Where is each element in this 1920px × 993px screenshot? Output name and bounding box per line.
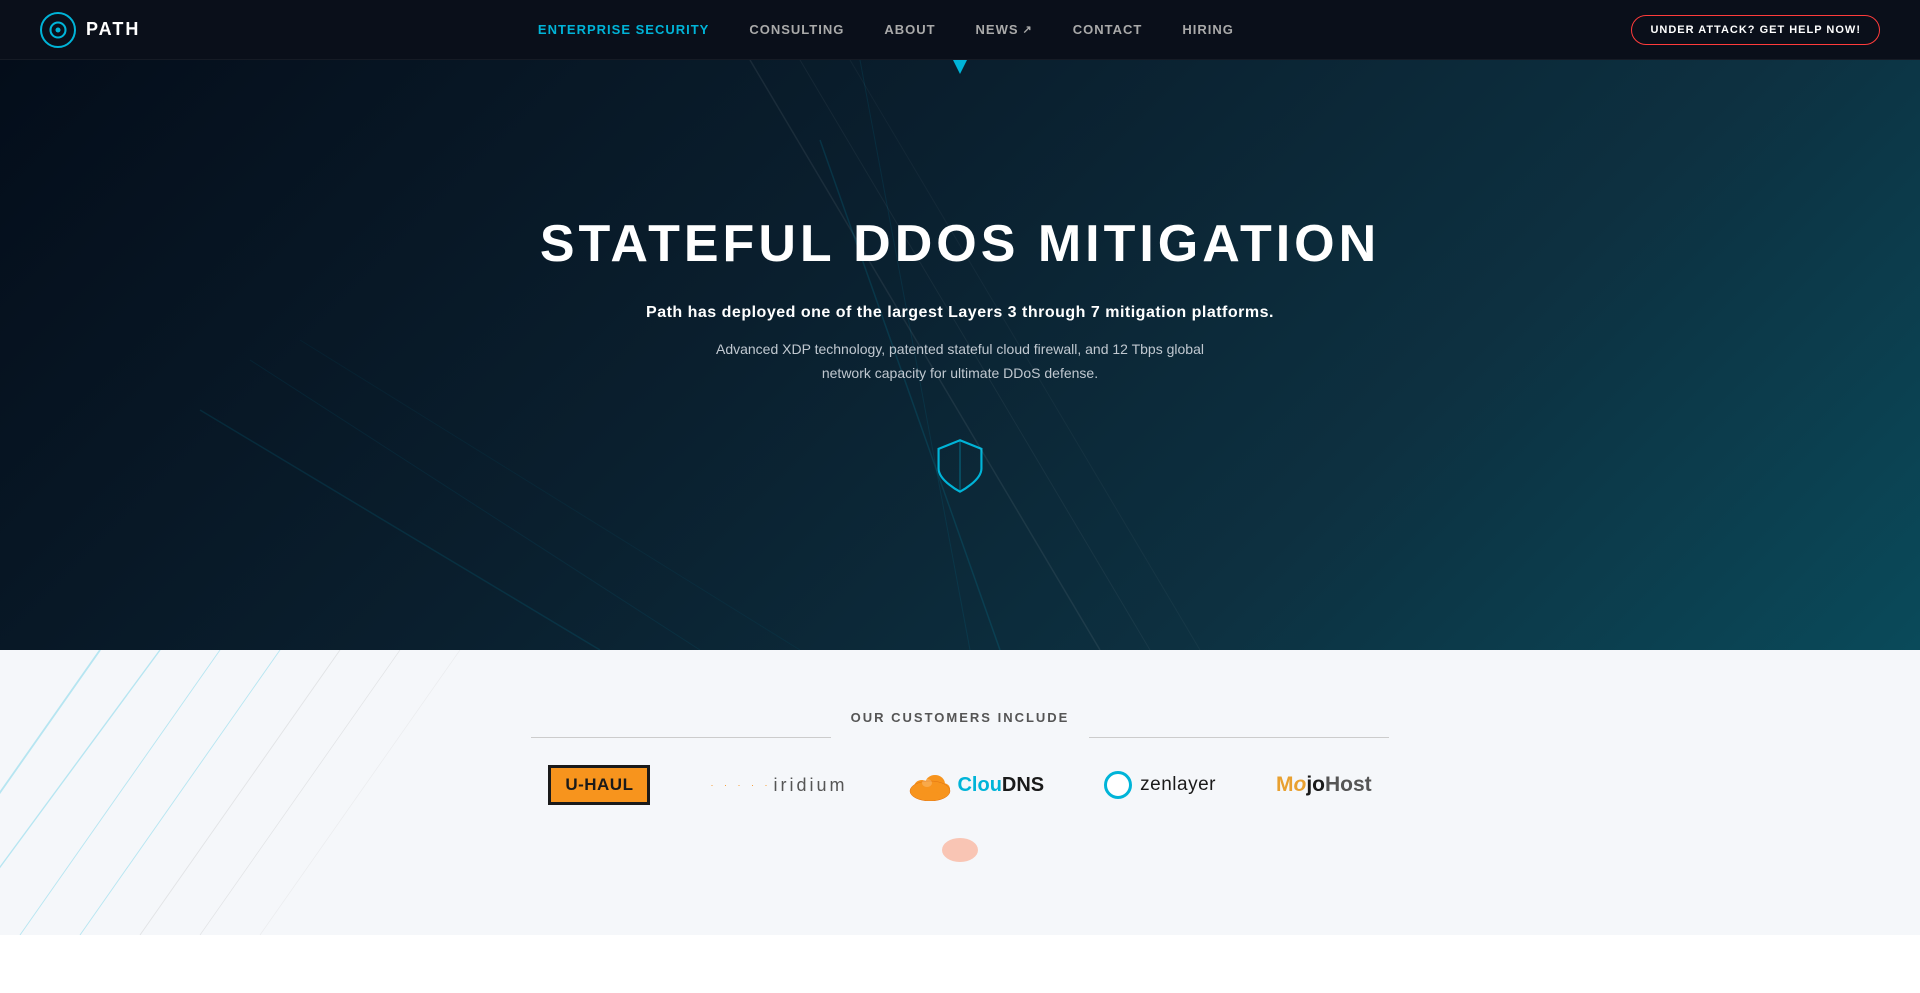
hero-description: Advanced XDP technology, patented statef… <box>700 338 1220 386</box>
customers-section: OUR CUSTOMERS INCLUDE U-HAUL · · · · · i… <box>0 650 1920 935</box>
logo-icon <box>40 12 76 48</box>
divider-left <box>531 737 831 738</box>
logo-partial <box>935 835 985 865</box>
zenlayer-circle-icon <box>1104 771 1132 799</box>
external-link-icon: ↗ <box>1023 23 1033 36</box>
cloudns-logo-text: ClouDNS <box>957 774 1044 797</box>
nav-link-about[interactable]: ABOUT <box>884 22 935 37</box>
uhaul-logo-text: U-HAUL <box>548 765 650 805</box>
cloudns-cloud-icon <box>907 769 953 801</box>
main-nav: PATH ENTERPRISE SECURITY CONSULTING ABOU… <box>0 0 1920 60</box>
hero-section: STATEFUL DDOS MITIGATION Path has deploy… <box>0 60 1920 650</box>
logo-uhaul: U-HAUL <box>548 765 650 805</box>
nav-link-contact[interactable]: CONTACT <box>1073 22 1143 37</box>
nav-link-hiring[interactable]: HIRING <box>1182 22 1234 37</box>
hero-subtitle: Path has deployed one of the largest Lay… <box>540 304 1380 322</box>
logo-iridium: · · · · · iridium <box>710 775 847 796</box>
logo-text: PATH <box>86 19 140 40</box>
nav-link-consulting[interactable]: CONSULTING <box>749 22 844 37</box>
iridium-logo-text: iridium <box>773 775 847 796</box>
hero-indicator-icon <box>953 60 967 74</box>
customers-section-title: OUR CUSTOMERS INCLUDE <box>851 710 1070 725</box>
nav-link-news[interactable]: NEWS ↗ <box>976 22 1033 37</box>
mojohost-logo-text: MojoHost <box>1276 773 1372 797</box>
zenlayer-logo-text: zenlayer <box>1140 774 1216 796</box>
logo-cloudns: ClouDNS <box>907 769 1044 801</box>
shield-icon <box>930 436 990 496</box>
emergency-cta-button[interactable]: UNDER ATTACK? GET HELP NOW! <box>1631 15 1880 45</box>
customer-logos-row: U-HAUL · · · · · iridium <box>40 765 1880 805</box>
hero-content: STATEFUL DDOS MITIGATION Path has deploy… <box>520 214 1400 386</box>
customers-title-area: OUR CUSTOMERS INCLUDE <box>40 710 1880 765</box>
nav-links: ENTERPRISE SECURITY CONSULTING ABOUT NEW… <box>538 22 1234 37</box>
customer-logos-row-2 <box>40 835 1880 865</box>
logo[interactable]: PATH <box>40 12 140 48</box>
hero-shield <box>930 436 990 496</box>
logo-zenlayer: zenlayer <box>1104 771 1216 799</box>
hero-title: STATEFUL DDOS MITIGATION <box>540 214 1380 274</box>
iridium-dots-icon: · · · · · <box>710 780 771 790</box>
logo-mojohost: MojoHost <box>1276 773 1372 797</box>
partial-logo-icon <box>935 835 985 865</box>
divider-right <box>1089 737 1389 738</box>
nav-link-enterprise-security[interactable]: ENTERPRISE SECURITY <box>538 22 709 37</box>
